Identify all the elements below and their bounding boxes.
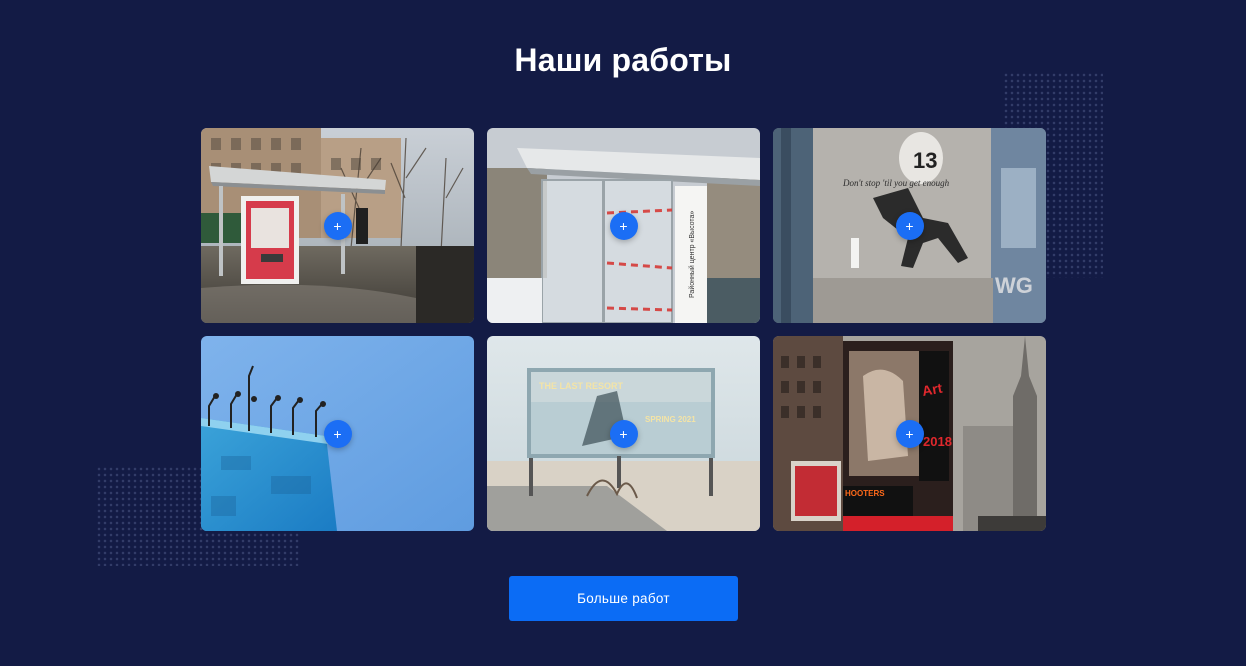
expand-plus-icon[interactable]: +: [323, 211, 352, 240]
more-works-button[interactable]: Больше работ: [509, 576, 738, 621]
expand-plus-icon[interactable]: +: [609, 211, 638, 240]
gallery-item[interactable]: 13 Don't stop 'til you get enough WG +: [773, 128, 1046, 323]
gallery-item[interactable]: +: [201, 336, 474, 531]
jersey-number-text: 13: [913, 148, 937, 173]
section-title: Наши работы: [514, 42, 732, 78]
billboard-title-text: THE LAST RESORT: [539, 381, 624, 391]
billboard-subtitle-text: SPRING 2021: [645, 415, 696, 424]
stop-sign-text: Районный центр «Высота»: [688, 211, 696, 298]
billboard-sign-text: HOOTERS: [845, 489, 885, 498]
expand-plus-icon[interactable]: +: [895, 211, 924, 240]
gallery-item[interactable]: THE LAST RESORT SPRING 2021 +: [487, 336, 760, 531]
expand-plus-icon[interactable]: +: [323, 419, 352, 448]
gallery-item[interactable]: Районный центр «Высота» +: [487, 128, 760, 323]
expand-plus-icon[interactable]: +: [895, 419, 924, 448]
billboard-slogan-text: Don't stop 'til you get enough: [842, 178, 950, 188]
works-gallery: + Районный центр «Высота» + 13 Don't sto…: [201, 128, 1046, 531]
expand-plus-icon[interactable]: +: [609, 419, 638, 448]
billboard-year-text: 2018: [923, 434, 952, 449]
gallery-item[interactable]: Art 2018 HOOTERS +: [773, 336, 1046, 531]
gallery-item[interactable]: +: [201, 128, 474, 323]
svg-text:WG: WG: [995, 273, 1033, 298]
